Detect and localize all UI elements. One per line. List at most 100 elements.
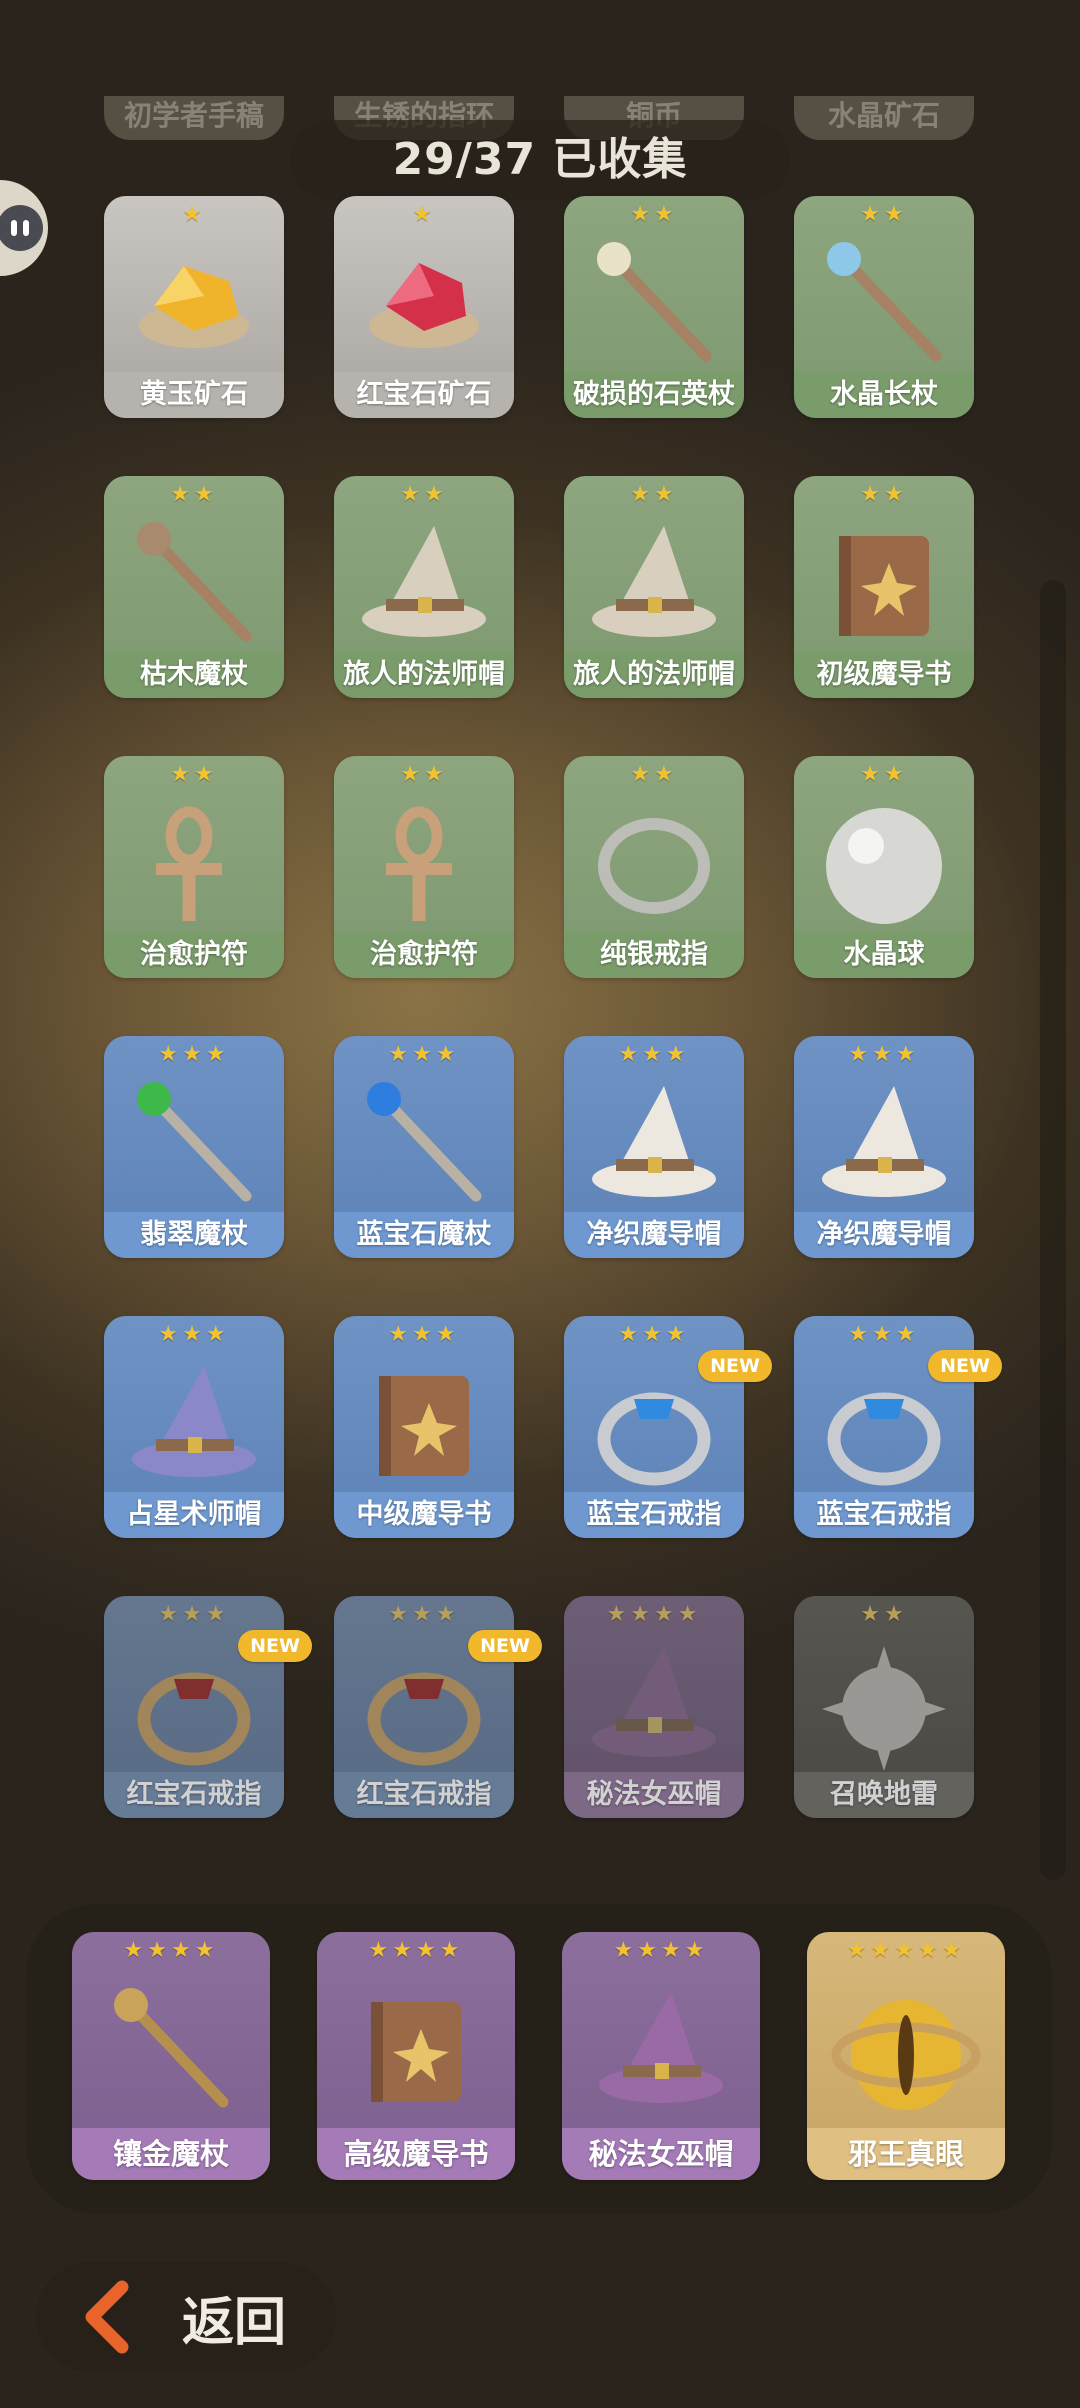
witch-hat-icon [564, 1626, 744, 1776]
item-name: 旅人的法师帽 [334, 652, 514, 698]
rarity-stars: ★★★ [848, 1322, 920, 1347]
rarity-stars: ★★ [630, 202, 678, 227]
floating-assistant-button[interactable] [0, 180, 48, 276]
silver-ring-icon [564, 786, 744, 936]
featured-item-card[interactable]: ★★★★ 高级魔导书 [317, 1932, 515, 2180]
item-card[interactable]: ★★★ 净织魔导帽 [564, 1036, 744, 1258]
topaz-ore-icon [104, 226, 284, 376]
rarity-stars: ★★ [630, 482, 678, 507]
wooden-wand-icon [104, 506, 284, 656]
item-name: 旅人的法师帽 [564, 652, 744, 698]
white-hat-icon [794, 1066, 974, 1216]
item-name: 枯木魔杖 [104, 652, 284, 698]
rarity-stars: ★★★ [388, 1042, 460, 1067]
rarity-stars: ★★★ [388, 1322, 460, 1347]
rarity-stars: ★★ [860, 202, 908, 227]
crystal-ball-icon [794, 786, 974, 936]
item-card[interactable]: ★★ 水晶长杖 [794, 196, 974, 418]
item-name: 秘法女巫帽 [564, 1772, 744, 1818]
item-card[interactable]: ★ 黄玉矿石 [104, 196, 284, 418]
item-card[interactable]: ★★ 初级魔导书 [794, 476, 974, 698]
rarity-stars: ★★ [630, 762, 678, 787]
rarity-stars: ★★★★ [368, 1938, 464, 1963]
item-card[interactable]: ★★★ 占星术师帽 [104, 1316, 284, 1538]
new-badge: NEW [468, 1630, 542, 1662]
ankh-amulet-icon [104, 786, 284, 936]
item-name: 蓝宝石戒指 [794, 1492, 974, 1538]
item-name: 治愈护符 [104, 932, 284, 978]
spellbook-icon [334, 1346, 514, 1496]
crystal-staff-icon [794, 226, 974, 376]
back-button[interactable]: 返回 [36, 2262, 336, 2372]
item-card[interactable]: ★ 红宝石矿石 [334, 196, 514, 418]
rarity-stars: ★★★ [848, 1042, 920, 1067]
featured-items-tray: ★★★★ 镶金魔杖 ★★★★ 高级魔导书 ★★★★ 秘法女巫帽 ★★★★★ 邪王真眼 [26, 1904, 1052, 2214]
item-card[interactable]: ★★ 召唤地雷 [794, 1596, 974, 1818]
rarity-stars: ★★★★ [613, 1938, 709, 1963]
item-card[interactable]: ★★ 旅人的法师帽 [334, 476, 514, 698]
wizard-hat-icon [564, 506, 744, 656]
item-name: 红宝石戒指 [104, 1772, 284, 1818]
pentagram-book-icon [317, 1962, 515, 2132]
assistant-icon [0, 205, 43, 251]
emerald-wand-icon [104, 1066, 284, 1216]
item-card[interactable]: ★★★ 中级魔导书 [334, 1316, 514, 1538]
item-name: 黄玉矿石 [104, 372, 284, 418]
featured-item-card[interactable]: ★★★★ 秘法女巫帽 [562, 1932, 760, 2180]
item-name: 翡翠魔杖 [104, 1212, 284, 1258]
item-name: 净织魔导帽 [564, 1212, 744, 1258]
item-card[interactable]: ★★★ 翡翠魔杖 [104, 1036, 284, 1258]
featured-item-card[interactable]: ★★★★ 镶金魔杖 [72, 1932, 270, 2180]
quartz-staff-icon [564, 226, 744, 376]
rarity-stars: ★★ [400, 482, 448, 507]
item-card[interactable]: ★★★★ 秘法女巫帽 [564, 1596, 744, 1818]
astrologer-hat-icon [104, 1346, 284, 1496]
new-badge: NEW [928, 1350, 1002, 1382]
item-name: 中级魔导书 [334, 1492, 514, 1538]
rarity-stars: ★★ [860, 482, 908, 507]
item-name: 高级魔导书 [317, 2128, 515, 2180]
rarity-stars: ★★ [400, 762, 448, 787]
rarity-stars: ★ [412, 202, 436, 227]
item-card[interactable]: ★★ 枯木魔杖 [104, 476, 284, 698]
scrollbar[interactable] [1040, 580, 1066, 1880]
rarity-stars: ★★ [860, 1602, 908, 1627]
item-card[interactable]: ★★★ 净织魔导帽 [794, 1036, 974, 1258]
rarity-stars: ★★ [860, 762, 908, 787]
evil-eye-orb-icon [807, 1962, 1005, 2132]
item-name: 净织魔导帽 [794, 1212, 974, 1258]
item-card[interactable]: ★★★ 蓝宝石魔杖 [334, 1036, 514, 1258]
item-name: 破损的石英杖 [564, 372, 744, 418]
item-card[interactable]: ★★ 纯银戒指 [564, 756, 744, 978]
rarity-stars: ★★★★ [123, 1938, 219, 1963]
item-name: 治愈护符 [334, 932, 514, 978]
rarity-stars: ★ [182, 202, 206, 227]
new-badge: NEW [698, 1350, 772, 1382]
rarity-stars: ★★★★★ [846, 1938, 966, 1963]
featured-item-card[interactable]: ★★★★★ 邪王真眼 [807, 1932, 1005, 2180]
chevron-left-icon [85, 2280, 129, 2354]
rarity-stars: ★★ [170, 762, 218, 787]
rarity-stars: ★★★ [618, 1042, 690, 1067]
item-card[interactable]: ★★ 水晶球 [794, 756, 974, 978]
item-name: 秘法女巫帽 [562, 2128, 760, 2180]
item-name: 邪王真眼 [807, 2128, 1005, 2180]
witch-hat-icon [562, 1962, 760, 2132]
back-label: 返回 [182, 2292, 287, 2353]
item-name: 蓝宝石戒指 [564, 1492, 744, 1538]
item-card[interactable]: ★★ 治愈护符 [334, 756, 514, 978]
item-name: 水晶球 [794, 932, 974, 978]
ghost-label: 水晶矿石 [794, 96, 974, 140]
item-name: 水晶长杖 [794, 372, 974, 418]
ghost-label: 初学者手稿 [104, 96, 284, 140]
item-name: 蓝宝石魔杖 [334, 1212, 514, 1258]
gilded-wand-icon [72, 1962, 270, 2132]
item-card[interactable]: ★★ 治愈护符 [104, 756, 284, 978]
rarity-stars: ★★ [170, 482, 218, 507]
white-hat-icon [564, 1066, 744, 1216]
item-card[interactable]: ★★ 旅人的法师帽 [564, 476, 744, 698]
rarity-stars: ★★★★ [606, 1602, 702, 1627]
spellbook-icon [794, 506, 974, 656]
item-name: 占星术师帽 [104, 1492, 284, 1538]
item-card[interactable]: ★★ 破损的石英杖 [564, 196, 744, 418]
